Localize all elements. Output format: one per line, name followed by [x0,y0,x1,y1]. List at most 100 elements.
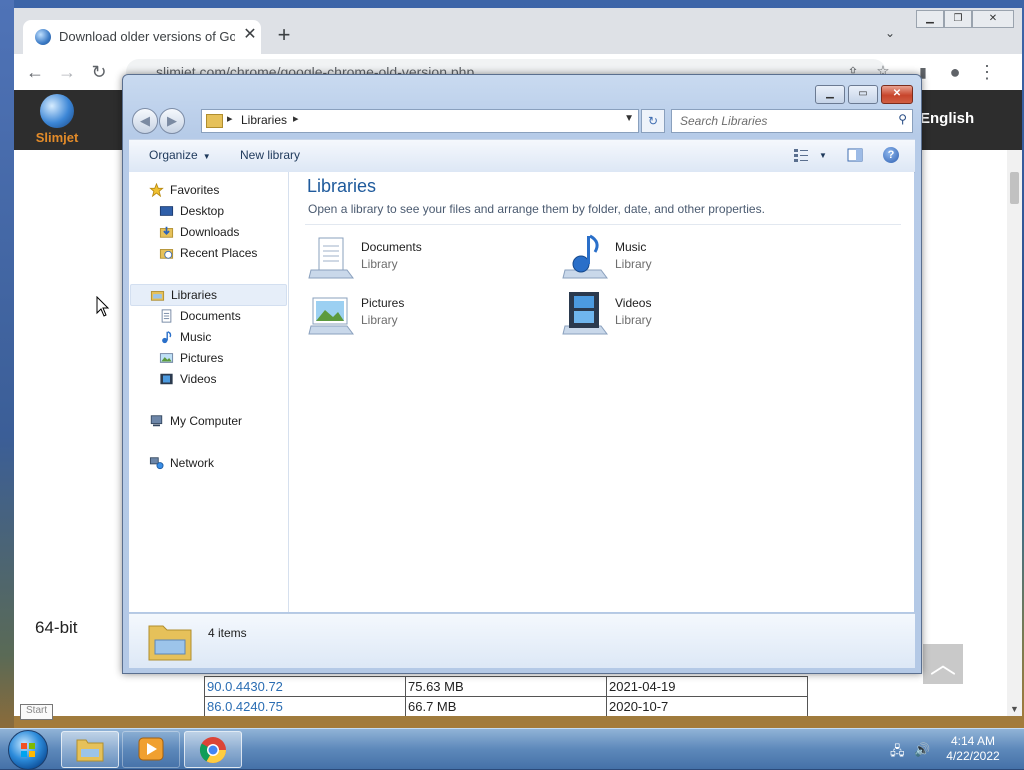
divider [305,224,901,225]
explorer-minimize-button[interactable]: ▁ [815,85,845,104]
organize-button[interactable]: Organize ▼ [149,148,211,162]
libraries-folder-icon [206,114,223,128]
libraries-folder-icon [150,291,165,301]
network-tray-icon[interactable]: 🖧 [890,742,906,758]
taskbar-media-player-button[interactable] [122,731,180,768]
media-player-icon [138,737,164,761]
breadcrumb-libraries[interactable]: Libraries [241,113,287,127]
version-size: 66.7 MB [405,696,607,716]
library-pictures[interactable]: Pictures Library [307,288,537,336]
taskbar-explorer-button[interactable] [61,731,119,768]
clock-time: 4:14 AM [950,734,996,748]
library-name: Documents [361,240,422,254]
library-music[interactable]: Music Library [561,232,791,280]
start-button[interactable] [8,730,48,770]
profile-icon[interactable]: ● [942,59,968,85]
film-icon [160,373,173,385]
chrome-menu-icon[interactable]: ⋮ [974,59,1000,85]
tab-title: Download older versions of Goo [59,29,235,44]
version-size: 75.63 MB [405,676,607,697]
start-tooltip: Start [20,704,54,720]
library-documents[interactable]: Documents Library [307,232,537,280]
version-link[interactable]: 86.0.4240.75 [204,696,406,716]
chrome-restore-button[interactable]: ❐ [944,10,972,28]
computer-icon [150,415,163,427]
chrome-close-button[interactable]: ✕ [972,10,1014,28]
search-input[interactable]: Search Libraries ⚲ [671,109,913,133]
recent-places-icon [159,249,174,259]
desktop-edge [0,0,14,728]
desktop-icon [159,206,174,216]
mouse-cursor-icon [96,296,110,317]
preview-pane-icon[interactable] [847,147,863,163]
slimjet-globe-icon [40,94,74,128]
volume-icon[interactable]: 🔊 [914,742,930,757]
explorer-maximize-button[interactable]: ▭ [848,85,878,104]
scrollbar-thumb[interactable] [1010,172,1019,204]
navigation-pane: Favorites Desktop Downloads Recent Place… [129,172,289,612]
nav-favorites-label: Favorites [170,183,220,197]
chrome-minimize-button[interactable]: ▁ [916,10,944,28]
forward-arrow-icon[interactable]: ▶ [159,108,185,134]
breadcrumb-separator-icon[interactable]: ▸ [293,112,299,125]
new-library-button[interactable]: New library [240,148,300,162]
back-arrow-icon[interactable]: ◀ [132,108,158,134]
command-bar: Organize ▼ New library ▼ ? [129,139,915,173]
section-64bit-label: 64-bit [35,618,78,637]
content-pane: Libraries Open a library to see your fil… [289,172,914,612]
tab-close-icon[interactable]: ✕ [241,26,259,44]
music-library-icon [562,234,608,279]
back-arrow-icon[interactable]: ← [22,59,48,85]
reload-icon[interactable]: ↻ [86,59,112,85]
nav-item-label: Music [180,330,212,344]
nav-item-label: Downloads [180,225,240,239]
address-dropdown-icon[interactable]: ▼ [624,113,634,124]
view-options-icon[interactable] [793,147,809,163]
videos-library-icon [562,292,608,335]
library-kind: Library [361,257,398,271]
nav-item-label: Recent Places [180,246,258,260]
documents-library-icon [308,237,354,279]
page-scrollbar[interactable]: ▼ [1007,150,1022,716]
library-kind: Library [615,257,652,271]
nav-libraries[interactable]: Libraries [130,284,287,306]
scroll-down-arrow-icon[interactable]: ▼ [1007,704,1022,714]
breadcrumb-separator-icon[interactable]: ▸ [227,112,233,125]
library-kind: Library [361,313,398,327]
taskbar-chrome-button[interactable] [184,731,242,768]
help-icon[interactable]: ? [883,147,899,163]
view-dropdown-icon[interactable]: ▼ [819,151,827,160]
downloads-folder-icon [159,226,174,238]
explorer-window: ▁ ▭ ✕ ◀ ▶ ▸ Libraries ▸ ▼ ↻ Search Libra… [122,74,922,674]
nav-item-label: Pictures [180,351,224,365]
new-tab-icon[interactable]: + [272,24,296,48]
library-name: Music [615,240,647,254]
version-link[interactable]: 90.0.4430.72 [204,676,406,697]
nav-libraries-label: Libraries [171,288,218,302]
system-clock[interactable]: 4:14 AM 4/22/2022 [936,734,1010,764]
search-icon[interactable]: ⚲ [898,112,907,126]
scroll-to-top-button[interactable]: ︿ [923,644,963,684]
table-row: 90.0.4430.72 75.63 MB 2021-04-19 [204,676,808,697]
explorer-address-bar[interactable]: ▸ Libraries ▸ ▼ [201,109,639,133]
language-selector[interactable]: English [920,110,974,127]
library-videos[interactable]: Videos Library [561,288,791,336]
slimjet-logo[interactable]: Slimjet [22,94,92,146]
version-date: 2021-04-19 [606,676,808,697]
table-row: 86.0.4240.75 66.7 MB 2020-10-7 [204,696,808,716]
globe-favicon-icon [35,29,51,45]
folder-icon [76,739,104,762]
tab-search-chevron-icon[interactable]: ⌄ [882,26,898,42]
chrome-tab-strip: Download older versions of Goo ✕ + ⌄ ▁ ❐… [14,8,1022,54]
page-description: Open a library to see your files and arr… [308,202,765,216]
taskbar: 🖧 🔊 4:14 AM 4/22/2022 [0,728,1024,770]
refresh-icon[interactable]: ↻ [641,109,665,133]
nav-item-label: Videos [180,372,217,386]
version-date: 2020-10-7 [606,696,808,716]
explorer-close-button[interactable]: ✕ [881,85,913,104]
nav-network-label: Network [170,456,215,470]
browser-tab[interactable]: Download older versions of Goo ✕ [23,20,261,54]
forward-arrow-icon[interactable]: → [54,59,80,85]
documents-icon [161,309,172,323]
library-kind: Library [615,313,652,327]
